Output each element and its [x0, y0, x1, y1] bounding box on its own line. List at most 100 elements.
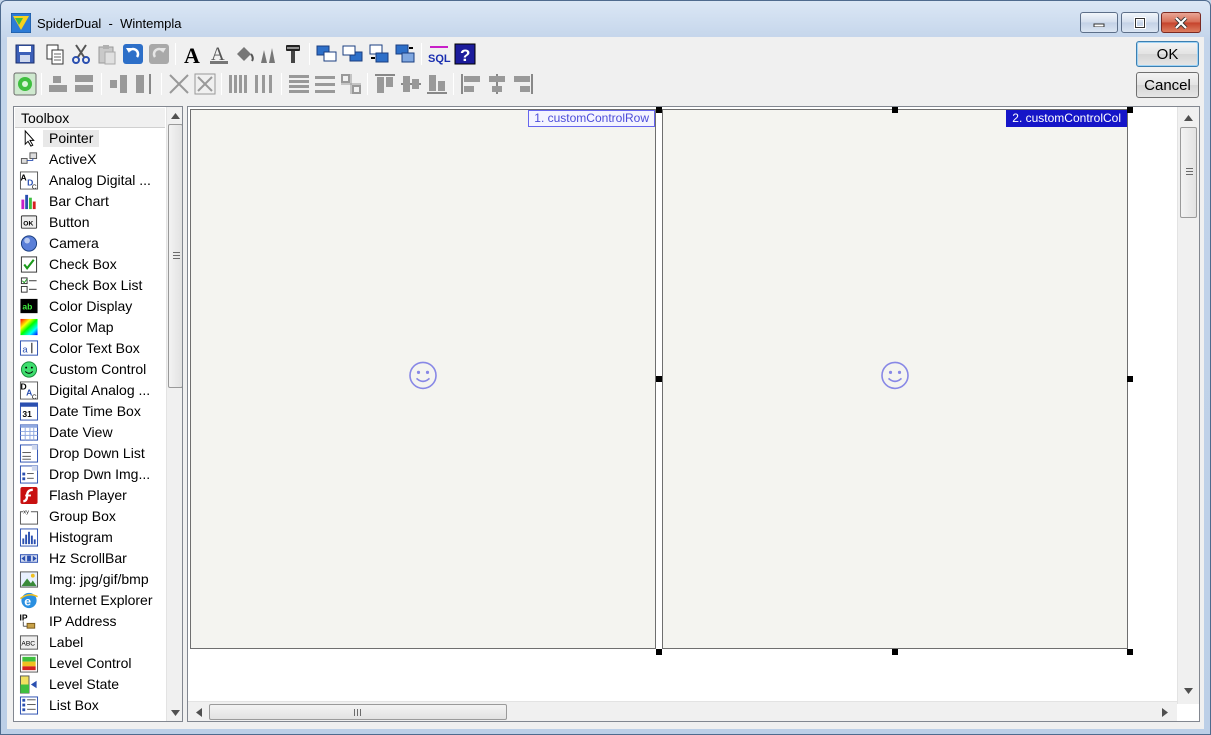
toolbox-item-label: Date Time Box — [49, 403, 141, 419]
canvas-vertical-scrollbar[interactable] — [1177, 107, 1199, 704]
align-top-icon[interactable] — [373, 72, 397, 96]
font-icon[interactable]: A — [181, 42, 205, 66]
bring-to-front-icon[interactable] — [315, 42, 339, 66]
minimize-button[interactable] — [1080, 12, 1118, 33]
toolbox-item[interactable]: List Box — [14, 695, 166, 716]
toolbox-item[interactable]: Level State — [14, 674, 166, 695]
fill-color-icon[interactable] — [233, 42, 257, 66]
toolbox-item[interactable]: D A C Digital Analog ... — [14, 380, 166, 401]
resize-handle[interactable] — [656, 107, 662, 113]
toolbox-item[interactable]: Bar Chart — [14, 191, 166, 212]
toolbox-item[interactable]: Drop Dwn Img... — [14, 464, 166, 485]
close-button[interactable] — [1161, 12, 1201, 33]
resize-handle[interactable] — [1127, 376, 1133, 382]
toolbox-item[interactable]: xy Group Box — [14, 506, 166, 527]
canvas-hscroll-thumb[interactable] — [209, 704, 507, 720]
paste-icon[interactable] — [95, 42, 119, 66]
internet-explorer-icon: e — [19, 591, 39, 610]
align-center-icon[interactable] — [485, 72, 509, 96]
resize-handle[interactable] — [656, 649, 662, 655]
toolbox-scrollbar[interactable] — [166, 107, 182, 721]
font-color-icon[interactable]: A — [207, 42, 231, 66]
resize-handle[interactable] — [892, 107, 898, 113]
canvas-horizontal-scrollbar[interactable] — [188, 701, 1177, 721]
send-backward-icon[interactable] — [393, 42, 417, 66]
space-rows-evenly-icon[interactable] — [313, 72, 337, 96]
resize-handle[interactable] — [656, 376, 662, 382]
restore-button[interactable] — [1121, 12, 1159, 33]
space-rows-icon[interactable] — [287, 72, 311, 96]
cancel-button[interactable]: Cancel — [1136, 72, 1199, 98]
center-vertical-icon[interactable] — [133, 72, 157, 96]
scroll-right-arrow[interactable] — [1156, 704, 1173, 721]
custom-control-row[interactable]: 1. customControlRow — [190, 109, 656, 649]
same-width-icon[interactable] — [47, 72, 71, 96]
grid-icon[interactable] — [339, 72, 363, 96]
toolbox-item[interactable]: ActiveX — [14, 149, 166, 170]
toolbox-item[interactable]: Pointer — [14, 128, 166, 149]
toolbox-item[interactable]: Flash Player — [14, 485, 166, 506]
send-to-back-icon[interactable] — [341, 42, 365, 66]
toolbox-item[interactable]: IP IP Address — [14, 611, 166, 632]
resize-handle[interactable] — [1127, 649, 1133, 655]
toolbox-item[interactable]: Level Control — [14, 653, 166, 674]
line-color-icon[interactable] — [257, 42, 281, 66]
same-height-icon[interactable] — [73, 72, 97, 96]
digital-analog-icon: DAC — [19, 381, 39, 400]
toolbox-item[interactable]: Hz ScrollBar — [14, 548, 166, 569]
main-window: SpiderDual - Wintempla A A SQL ? OK Canc… — [0, 0, 1211, 735]
space-columns-evenly-icon[interactable] — [253, 72, 277, 96]
redo-icon[interactable] — [147, 42, 171, 66]
toolbox-item[interactable]: Drop Down List — [14, 443, 166, 464]
toolbox-item[interactable]: A D C Analog Digital ... — [14, 170, 166, 191]
toolbox-item[interactable]: Histogram — [14, 527, 166, 548]
scroll-down-arrow[interactable] — [167, 704, 182, 721]
resize-handle[interactable] — [892, 649, 898, 655]
toolbox-item[interactable]: ABC Label — [14, 632, 166, 653]
toolbox-item[interactable]: OK Button — [14, 212, 166, 233]
shrink-icon[interactable] — [193, 72, 217, 96]
ok-button[interactable]: OK — [1136, 41, 1199, 67]
design-canvas[interactable]: 1. customControlRow 2. customControlCol — [187, 106, 1200, 722]
save-icon[interactable] — [13, 42, 37, 66]
toolbox-item-label: Digital Analog ... — [49, 382, 151, 398]
toolbox-item[interactable]: Custom Control — [14, 359, 166, 380]
toolbox-item[interactable]: Check Box — [14, 254, 166, 275]
toolbox-item[interactable]: Date View — [14, 422, 166, 443]
space-columns-icon[interactable] — [227, 72, 251, 96]
toolbox-scroll-thumb[interactable] — [168, 124, 182, 388]
toolbox-item-label: Analog Digital ... — [49, 172, 151, 188]
align-right-icon[interactable] — [511, 72, 535, 96]
toolbox-item[interactable]: Check Box List — [14, 275, 166, 296]
toolbox-item[interactable]: 31 Date Time Box — [14, 401, 166, 422]
cut-icon[interactable] — [69, 42, 93, 66]
canvas-vscroll-thumb[interactable] — [1180, 127, 1197, 218]
toolbox-item[interactable]: a Color Text Box — [14, 338, 166, 359]
scroll-down-arrow[interactable] — [1178, 682, 1199, 699]
toolbox-item[interactable]: Color Map — [14, 317, 166, 338]
toolbox-item[interactable]: ab Color Display — [14, 296, 166, 317]
format-painter-icon[interactable] — [281, 42, 305, 66]
event-icon[interactable] — [13, 72, 37, 96]
undo-icon[interactable] — [121, 42, 145, 66]
center-horizontal-icon[interactable] — [107, 72, 131, 96]
scroll-left-arrow[interactable] — [190, 704, 207, 721]
align-middle-icon[interactable] — [399, 72, 423, 96]
expand-icon[interactable] — [167, 72, 191, 96]
window-title: SpiderDual - Wintempla — [37, 16, 182, 31]
toolbox-item-label: Flash Player — [49, 487, 127, 503]
toolbox-item[interactable]: Img: jpg/gif/bmp — [14, 569, 166, 590]
scroll-up-arrow[interactable] — [167, 107, 182, 124]
align-bottom-icon[interactable] — [425, 72, 449, 96]
bring-forward-icon[interactable] — [367, 42, 391, 66]
sql-icon[interactable]: SQL — [427, 42, 451, 66]
scroll-up-arrow[interactable] — [1178, 109, 1199, 126]
help-icon[interactable]: ? — [453, 42, 477, 66]
toolbox-item[interactable]: e Internet Explorer — [14, 590, 166, 611]
custom-control-col[interactable]: 2. customControlCol — [662, 109, 1128, 649]
toolbox-item[interactable]: Camera — [14, 233, 166, 254]
resize-handle[interactable] — [1127, 107, 1133, 113]
align-left-icon[interactable] — [459, 72, 483, 96]
copy-icon[interactable] — [43, 42, 67, 66]
svg-text:A: A — [20, 173, 26, 183]
